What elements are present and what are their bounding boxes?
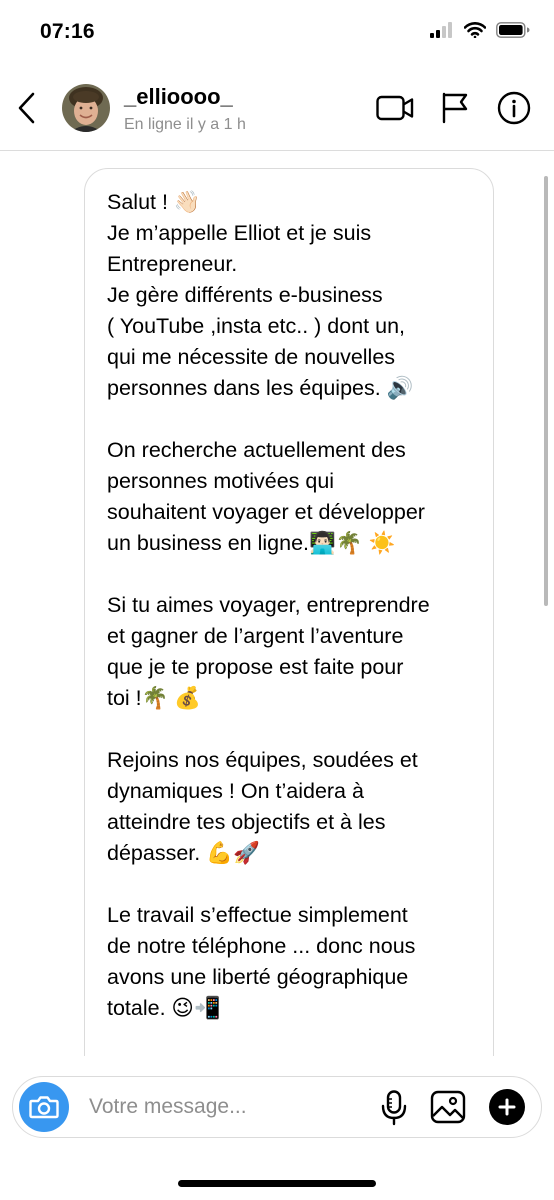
back-button[interactable]: [14, 90, 40, 126]
report-button[interactable]: [440, 90, 470, 126]
message-paragraph: Si tu aimes voyager, entreprendre et gag…: [107, 590, 471, 714]
battery-icon: [496, 22, 530, 38]
info-button[interactable]: [496, 90, 532, 126]
message-bubble[interactable]: Salut ! 👋🏻 Je m’appelle Elliot et je sui…: [84, 168, 494, 1168]
message-paragraph: Salut ! 👋🏻 Je m’appelle Elliot et je sui…: [107, 187, 471, 404]
message-line: Entrepreneur.: [107, 252, 238, 276]
message-line: de notre téléphone ... donc nous: [107, 934, 416, 958]
signal-icon: [430, 22, 452, 38]
status-bar: 07:16: [0, 0, 554, 68]
message-line: ( YouTube ,insta etc.. ) dont un,: [107, 314, 406, 338]
status-time: 07:16: [40, 20, 95, 43]
message-line: Je m’appelle Elliot et je suis: [107, 221, 372, 245]
message-line: dépasser. 💪🚀: [107, 841, 260, 865]
message-composer: [12, 1076, 542, 1138]
info-icon: [497, 91, 531, 125]
message-line: Rejoins nos équipes, soudées et: [107, 748, 418, 772]
message-line: totale. 😉📲: [107, 996, 221, 1020]
microphone-icon: [381, 1090, 407, 1126]
gallery-button[interactable]: [429, 1088, 467, 1126]
message-line: dynamiques ! On t’aidera à: [107, 779, 364, 803]
message-line: souhaitent voyager et développer: [107, 500, 425, 524]
avatar[interactable]: [62, 84, 110, 132]
message-line: Je gère différents e-business: [107, 283, 383, 307]
video-call-button[interactable]: [376, 90, 414, 126]
wifi-icon: [464, 22, 486, 38]
message-line: avons une liberté géographique: [107, 965, 409, 989]
avatar-image: [62, 84, 110, 132]
message-line: qui me nécessite de nouvelles: [107, 345, 396, 369]
message-paragraph: On recherche actuellement des personnes …: [107, 435, 471, 559]
last-seen-status: En ligne il y a 1 h: [124, 116, 246, 133]
composer: [0, 1056, 554, 1200]
message-input[interactable]: [89, 1087, 369, 1127]
home-indicator[interactable]: [178, 1180, 376, 1187]
message-line: Le travail s’effectue simplement: [107, 903, 408, 927]
message-line: toi !🌴 💰: [107, 686, 202, 710]
more-options-button[interactable]: [489, 1089, 525, 1125]
scrollbar[interactable]: [544, 176, 548, 606]
camera-icon: [29, 1096, 59, 1119]
gallery-icon: [430, 1090, 466, 1124]
message-line: personnes dans les équipes. 🔊: [107, 376, 414, 400]
message-text: Salut ! 👋🏻 Je m’appelle Elliot et je sui…: [85, 169, 493, 1024]
message-line: que je te propose est faite pour: [107, 655, 404, 679]
video-call-icon: [376, 95, 414, 121]
message-paragraph: Le travail s’effectue simplement de notr…: [107, 900, 471, 1024]
plus-icon: [498, 1098, 516, 1116]
message-line: Si tu aimes voyager, entreprendre: [107, 593, 430, 617]
camera-button[interactable]: [19, 1082, 69, 1132]
message-line: atteindre tes objectifs et à les: [107, 810, 386, 834]
voice-message-button[interactable]: [377, 1089, 411, 1127]
message-line: personnes motivées qui: [107, 469, 335, 493]
message-line: et gagner de l’argent l’aventure: [107, 624, 404, 648]
status-icons: [430, 22, 530, 38]
chat-username[interactable]: _ellioooo_: [124, 84, 233, 110]
back-icon: [18, 92, 35, 124]
message-line: Salut ! 👋🏻: [107, 190, 201, 214]
message-line: un business en ligne.👨🏻‍💻🌴 ☀️: [107, 531, 396, 555]
message-paragraph: Rejoins nos équipes, soudées et dynamiqu…: [107, 745, 471, 869]
flag-icon: [442, 92, 468, 124]
message-line: On recherche actuellement des: [107, 438, 406, 462]
chat-header: _ellioooo_ En ligne il y a 1 h: [0, 68, 554, 151]
